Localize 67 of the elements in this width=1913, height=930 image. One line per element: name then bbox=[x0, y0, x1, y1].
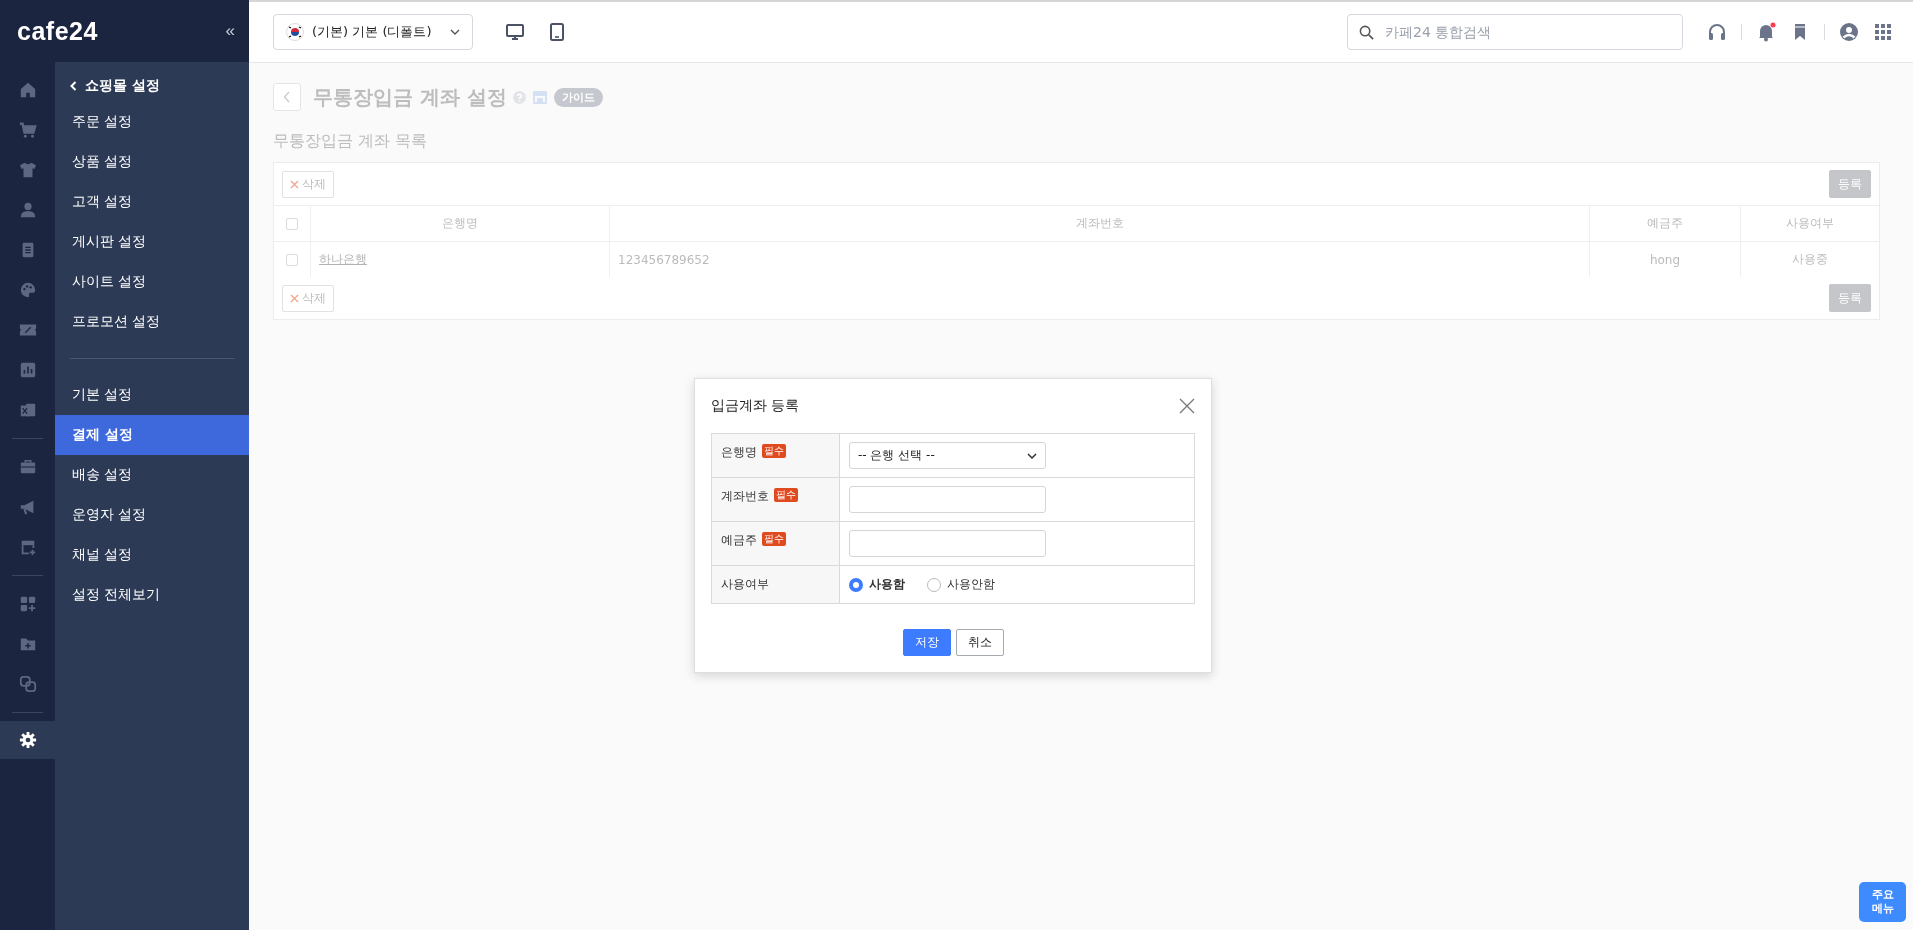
tablet-icon[interactable] bbox=[547, 22, 567, 42]
menu-item[interactable]: 채널 설정 bbox=[55, 535, 249, 575]
menu-item[interactable]: 게시판 설정 bbox=[55, 222, 249, 262]
palette-icon[interactable] bbox=[18, 281, 37, 299]
page-title: 무통장입금 계좌 설정 bbox=[313, 83, 507, 111]
menu-item[interactable]: 상품 설정 bbox=[55, 142, 249, 182]
cancel-button[interactable]: 취소 bbox=[955, 629, 1004, 656]
menu-item[interactable]: 배송 설정 bbox=[55, 455, 249, 495]
menu-item[interactable]: 주문 설정 bbox=[55, 102, 249, 142]
menu-item[interactable]: 설정 전체보기 bbox=[55, 575, 249, 615]
shirt-icon[interactable] bbox=[18, 161, 37, 179]
table-cell: hong bbox=[1589, 242, 1740, 277]
save-button[interactable]: 저장 bbox=[902, 629, 951, 656]
radio-option[interactable]: 사용안함 bbox=[927, 576, 995, 593]
apps-grid-icon[interactable] bbox=[1873, 22, 1893, 42]
headset-icon[interactable] bbox=[1707, 22, 1727, 42]
menu-item[interactable]: 기본 설정 bbox=[55, 375, 249, 415]
input-field[interactable] bbox=[849, 530, 1046, 557]
column-header: 사용여부 bbox=[1740, 206, 1879, 241]
settings-icon[interactable] bbox=[18, 731, 37, 749]
required-badge: 필수 bbox=[774, 488, 798, 502]
flag-icon bbox=[286, 23, 304, 41]
chart-icon[interactable] bbox=[18, 361, 37, 379]
required-badge: 필수 bbox=[762, 444, 786, 458]
link-icon[interactable] bbox=[18, 675, 37, 693]
apps-icon[interactable] bbox=[18, 595, 37, 613]
dialog-title: 입금계좌 등록 bbox=[711, 397, 800, 415]
search-field[interactable]: 카페24 통합검색 bbox=[1347, 14, 1683, 50]
chevron-left-icon bbox=[283, 91, 291, 103]
menu-item[interactable]: 결제 설정 bbox=[55, 415, 249, 455]
close-icon[interactable] bbox=[1179, 398, 1195, 414]
caret-icon bbox=[1027, 452, 1037, 459]
desktop-icon[interactable] bbox=[505, 22, 525, 42]
x-icon bbox=[290, 293, 299, 303]
cart-icon[interactable] bbox=[18, 121, 37, 139]
field-label: 사용여부 bbox=[721, 576, 769, 593]
chevron-left-icon bbox=[70, 81, 77, 91]
column-header: 예금주 bbox=[1589, 206, 1740, 241]
account-icon[interactable] bbox=[1839, 22, 1859, 42]
column-header: 은행명 bbox=[310, 206, 609, 241]
field-label: 은행명 bbox=[721, 444, 757, 461]
radio-option[interactable]: 사용함 bbox=[849, 576, 905, 593]
field-label: 계좌번호 bbox=[721, 488, 769, 505]
menu-item[interactable]: 고객 설정 bbox=[55, 182, 249, 222]
row-checkbox[interactable] bbox=[286, 253, 298, 266]
logo[interactable]: cafe24 bbox=[17, 16, 98, 46]
table-cell: 123456789652 bbox=[609, 242, 1589, 277]
input-field[interactable] bbox=[849, 486, 1046, 513]
column-header: 계좌번호 bbox=[609, 206, 1589, 241]
menu-item[interactable]: 운영자 설정 bbox=[55, 495, 249, 535]
store-select[interactable]: (기본) 기본 (디폴트) bbox=[273, 14, 473, 50]
field-label: 예금주 bbox=[721, 532, 757, 549]
caret-icon bbox=[450, 29, 460, 35]
home-icon[interactable] bbox=[18, 81, 37, 99]
section-title: 무통장입금 계좌 목록 bbox=[273, 131, 429, 152]
collapse-button[interactable]: « bbox=[225, 21, 235, 41]
bank-select[interactable]: -- 은행 선택 -- bbox=[849, 442, 1046, 469]
x-icon bbox=[290, 179, 299, 189]
menu-item[interactable]: 프로모션 설정 bbox=[55, 302, 249, 342]
table-cell: 사용중 bbox=[1740, 242, 1879, 277]
menu-back-link[interactable]: 쇼핑몰 설정 bbox=[55, 70, 249, 102]
person-icon[interactable] bbox=[18, 201, 37, 219]
spreadsheet-icon[interactable] bbox=[18, 401, 37, 419]
required-badge: 필수 bbox=[762, 532, 786, 546]
briefcase-icon[interactable] bbox=[18, 458, 37, 476]
menu-item[interactable]: 사이트 설정 bbox=[55, 262, 249, 302]
select-all-checkbox[interactable] bbox=[286, 217, 298, 230]
